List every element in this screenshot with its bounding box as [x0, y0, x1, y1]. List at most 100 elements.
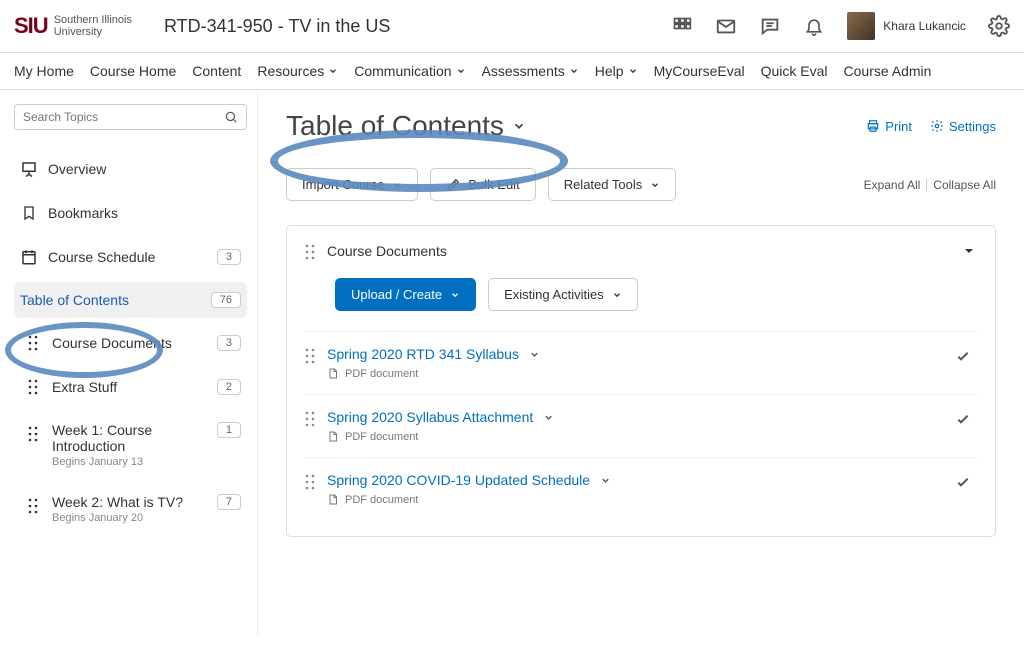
- sidebar-item-extra-stuff[interactable]: Extra Stuff 2: [14, 368, 247, 406]
- module-title: Course Documents: [327, 243, 447, 259]
- document-type: PDF document: [345, 431, 418, 443]
- course-title[interactable]: RTD-341-950 - TV in the US: [164, 16, 390, 37]
- sidebar-item-count: 7: [217, 494, 241, 510]
- document-title[interactable]: Spring 2020 RTD 341 Syllabus: [327, 346, 540, 362]
- print-icon: [866, 119, 880, 133]
- document-title[interactable]: Spring 2020 COVID-19 Updated Schedule: [327, 472, 611, 488]
- sidebar-item-course-schedule[interactable]: Course Schedule 3: [14, 238, 247, 276]
- collapse-all-button[interactable]: Collapse All: [933, 178, 996, 192]
- settings-button[interactable]: Settings: [930, 119, 996, 134]
- sidebar: Overview Bookmarks Course Schedule 3 Tab…: [0, 90, 258, 636]
- calendar-icon: [20, 248, 38, 266]
- nav-help[interactable]: Help: [595, 63, 638, 79]
- nav-content[interactable]: Content: [192, 63, 241, 79]
- document-type: PDF document: [345, 368, 418, 380]
- sidebar-item-label: Overview: [48, 161, 241, 177]
- nav-my-home[interactable]: My Home: [14, 63, 74, 79]
- nav-course-home[interactable]: Course Home: [90, 63, 176, 79]
- edit-icon: [446, 178, 460, 192]
- drag-icon[interactable]: [305, 348, 317, 364]
- expand-all-button[interactable]: Expand All: [864, 178, 921, 192]
- document-item[interactable]: Spring 2020 Syllabus Attachment PDF docu…: [305, 394, 977, 457]
- chevron-down-icon: [612, 290, 622, 300]
- gear-icon[interactable]: [988, 15, 1010, 37]
- sidebar-item-count: 3: [217, 249, 241, 265]
- chevron-down-icon[interactable]: [600, 475, 611, 486]
- sidebar-item-count: 2: [217, 379, 241, 395]
- document-item[interactable]: Spring 2020 COVID-19 Updated Schedule PD…: [305, 457, 977, 520]
- search-input[interactable]: [23, 110, 224, 124]
- sidebar-item-count: 1: [217, 422, 241, 438]
- nav-mycourseeval[interactable]: MyCourseEval: [654, 63, 745, 79]
- module-header[interactable]: Course Documents: [305, 242, 977, 260]
- mail-icon[interactable]: [715, 15, 737, 37]
- chevron-down-icon: [450, 290, 460, 300]
- check-icon: [955, 348, 971, 364]
- nav-quick-eval[interactable]: Quick Eval: [761, 63, 828, 79]
- search-icon: [224, 110, 238, 124]
- chevron-down-icon: [456, 66, 466, 76]
- drag-icon[interactable]: [305, 411, 317, 427]
- sidebar-item-bookmarks[interactable]: Bookmarks: [14, 194, 247, 232]
- sidebar-item-label: Extra Stuff: [52, 379, 207, 395]
- sidebar-item-label: Bookmarks: [48, 205, 241, 221]
- document-type: PDF document: [345, 494, 418, 506]
- drag-icon: [24, 497, 42, 515]
- sidebar-item-count: 76: [211, 292, 241, 308]
- divider: [926, 179, 927, 191]
- sidebar-item-week-1[interactable]: Week 1: Course Introduction Begins Janua…: [14, 412, 247, 478]
- bell-icon[interactable]: [803, 15, 825, 37]
- navbar: My Home Course Home Content Resources Co…: [0, 53, 1024, 90]
- nav-course-admin[interactable]: Course Admin: [844, 63, 932, 79]
- drag-icon[interactable]: [305, 244, 317, 260]
- document-item[interactable]: Spring 2020 RTD 341 Syllabus PDF documen…: [305, 331, 977, 394]
- chevron-down-icon[interactable]: [543, 412, 554, 423]
- sidebar-item-label: Table of Contents: [20, 292, 201, 308]
- chevron-down-icon: [628, 66, 638, 76]
- bookmark-icon: [20, 204, 38, 222]
- drag-icon: [24, 425, 42, 443]
- file-icon: [327, 367, 339, 380]
- sidebar-item-table-of-contents[interactable]: Table of Contents 76: [14, 282, 247, 318]
- user-menu[interactable]: Khara Lukancic: [847, 12, 966, 40]
- chat-icon[interactable]: [759, 15, 781, 37]
- module-course-documents: Course Documents Upload / Create Existin…: [286, 225, 996, 537]
- sidebar-item-overview[interactable]: Overview: [14, 150, 247, 188]
- presentation-icon: [20, 160, 38, 178]
- nav-resources[interactable]: Resources: [257, 63, 338, 79]
- chevron-down-icon: [512, 119, 526, 133]
- sidebar-item-count: 3: [217, 335, 241, 351]
- sidebar-item-week-2[interactable]: Week 2: What is TV? Begins January 20 7: [14, 484, 247, 534]
- drag-icon: [24, 334, 42, 352]
- logo[interactable]: SIU Southern Illinois University: [14, 13, 132, 39]
- logo-text: Southern Illinois University: [54, 14, 132, 38]
- file-icon: [327, 493, 339, 506]
- existing-activities-button[interactable]: Existing Activities: [488, 278, 638, 311]
- chevron-down-icon: [392, 180, 402, 190]
- print-button[interactable]: Print: [866, 119, 912, 134]
- avatar: [847, 12, 875, 40]
- collapse-icon[interactable]: [961, 245, 977, 257]
- document-title[interactable]: Spring 2020 Syllabus Attachment: [327, 409, 554, 425]
- gear-icon: [930, 119, 944, 133]
- chevron-down-icon[interactable]: [529, 349, 540, 360]
- username: Khara Lukancic: [883, 19, 966, 33]
- apps-icon[interactable]: [671, 15, 693, 37]
- page-title[interactable]: Table of Contents: [286, 110, 526, 142]
- related-tools-button[interactable]: Related Tools: [548, 168, 677, 201]
- import-course-button[interactable]: Import Course: [286, 168, 418, 201]
- nav-communication[interactable]: Communication: [354, 63, 465, 79]
- chevron-down-icon: [650, 180, 660, 190]
- bulk-edit-button[interactable]: Bulk Edit: [430, 168, 535, 201]
- sidebar-item-label: Week 2: What is TV? Begins January 20: [52, 494, 207, 524]
- chevron-down-icon: [328, 66, 338, 76]
- file-icon: [327, 430, 339, 443]
- drag-icon[interactable]: [305, 474, 317, 490]
- sidebar-item-course-documents[interactable]: Course Documents 3: [14, 324, 247, 362]
- check-icon: [955, 474, 971, 490]
- check-icon: [955, 411, 971, 427]
- sidebar-item-label: Course Schedule: [48, 249, 207, 265]
- search-box[interactable]: [14, 104, 247, 130]
- nav-assessments[interactable]: Assessments: [482, 63, 579, 79]
- upload-create-button[interactable]: Upload / Create: [335, 278, 476, 311]
